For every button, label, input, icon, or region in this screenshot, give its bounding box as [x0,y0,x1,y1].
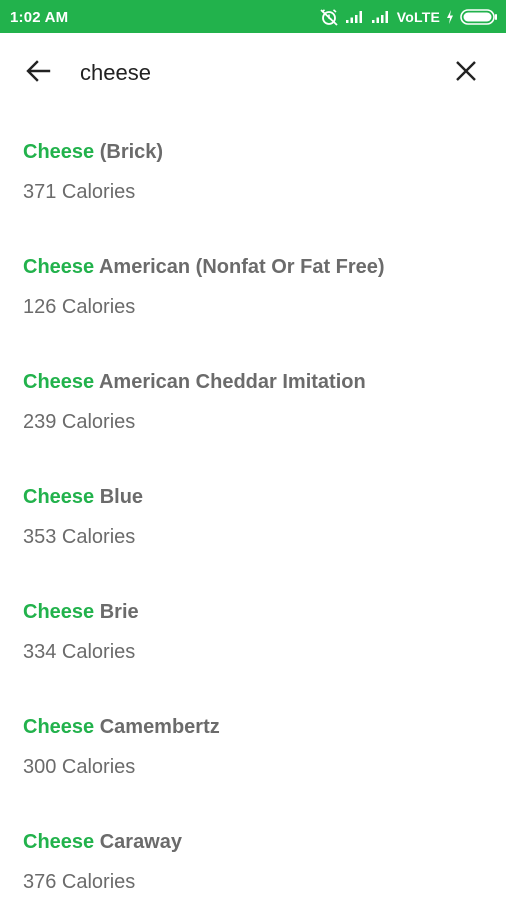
status-bar: 1:02 AM VoLTE [0,0,506,33]
result-match: Cheese [23,486,95,508]
result-name: Blue [94,486,144,508]
battery-icon [460,9,498,25]
result-name: Brie [94,601,139,623]
result-match: Cheese [23,831,95,853]
result-calories: 371 Calories [23,181,136,203]
search-input[interactable] [78,53,442,93]
signal-icon [371,10,391,24]
charging-icon [446,10,454,24]
alarm-off-icon [319,8,339,26]
result-calories: 353 Calories [23,526,136,548]
network-label: VoLTE [396,9,440,25]
clear-search-button[interactable] [448,55,484,91]
list-item[interactable]: Cheese American (Nonfat Or Fat Free) 126… [0,235,506,350]
search-bar [0,33,506,115]
back-button[interactable] [20,55,56,91]
result-name: American (Nonfat Or Fat Free) [94,256,385,278]
list-item[interactable]: Cheese American Cheddar Imitation 239 Ca… [0,350,506,465]
result-match: Cheese [23,716,95,738]
result-title: Cheese Blue [23,465,506,509]
arrow-left-icon [25,58,51,89]
list-item[interactable]: Cheese Caraway 376 Calories [0,810,506,900]
result-name: Camembertz [94,716,220,738]
result-match: Cheese [23,256,95,278]
result-calories: 376 Calories [23,871,136,893]
result-name: American Cheddar Imitation [94,371,366,393]
result-title: Cheese American (Nonfat Or Fat Free) [23,235,506,279]
close-icon [454,59,478,88]
results-list: Cheese (Brick) 371 Calories Cheese Ameri… [0,120,506,900]
result-name: (Brick) [94,141,164,163]
result-title: Cheese American Cheddar Imitation [23,350,506,394]
signal-icon [345,10,365,24]
result-match: Cheese [23,141,95,163]
result-name: Caraway [94,831,182,853]
status-time: 1:02 AM [10,9,69,26]
list-item[interactable]: Cheese Brie 334 Calories [0,580,506,695]
result-match: Cheese [23,601,95,623]
result-title: Cheese Brie [23,580,506,624]
result-title: Cheese Caraway [23,810,506,854]
result-title: Cheese Camembertz [23,695,506,739]
status-icons: VoLTE [319,6,498,28]
result-match: Cheese [23,371,95,393]
list-item[interactable]: Cheese (Brick) 371 Calories [0,120,506,235]
list-item[interactable]: Cheese Camembertz 300 Calories [0,695,506,810]
result-calories: 126 Calories [23,296,136,318]
result-calories: 334 Calories [23,641,136,663]
result-calories: 300 Calories [23,756,136,778]
list-item[interactable]: Cheese Blue 353 Calories [0,465,506,580]
result-calories: 239 Calories [23,411,136,433]
result-title: Cheese (Brick) [23,120,506,164]
